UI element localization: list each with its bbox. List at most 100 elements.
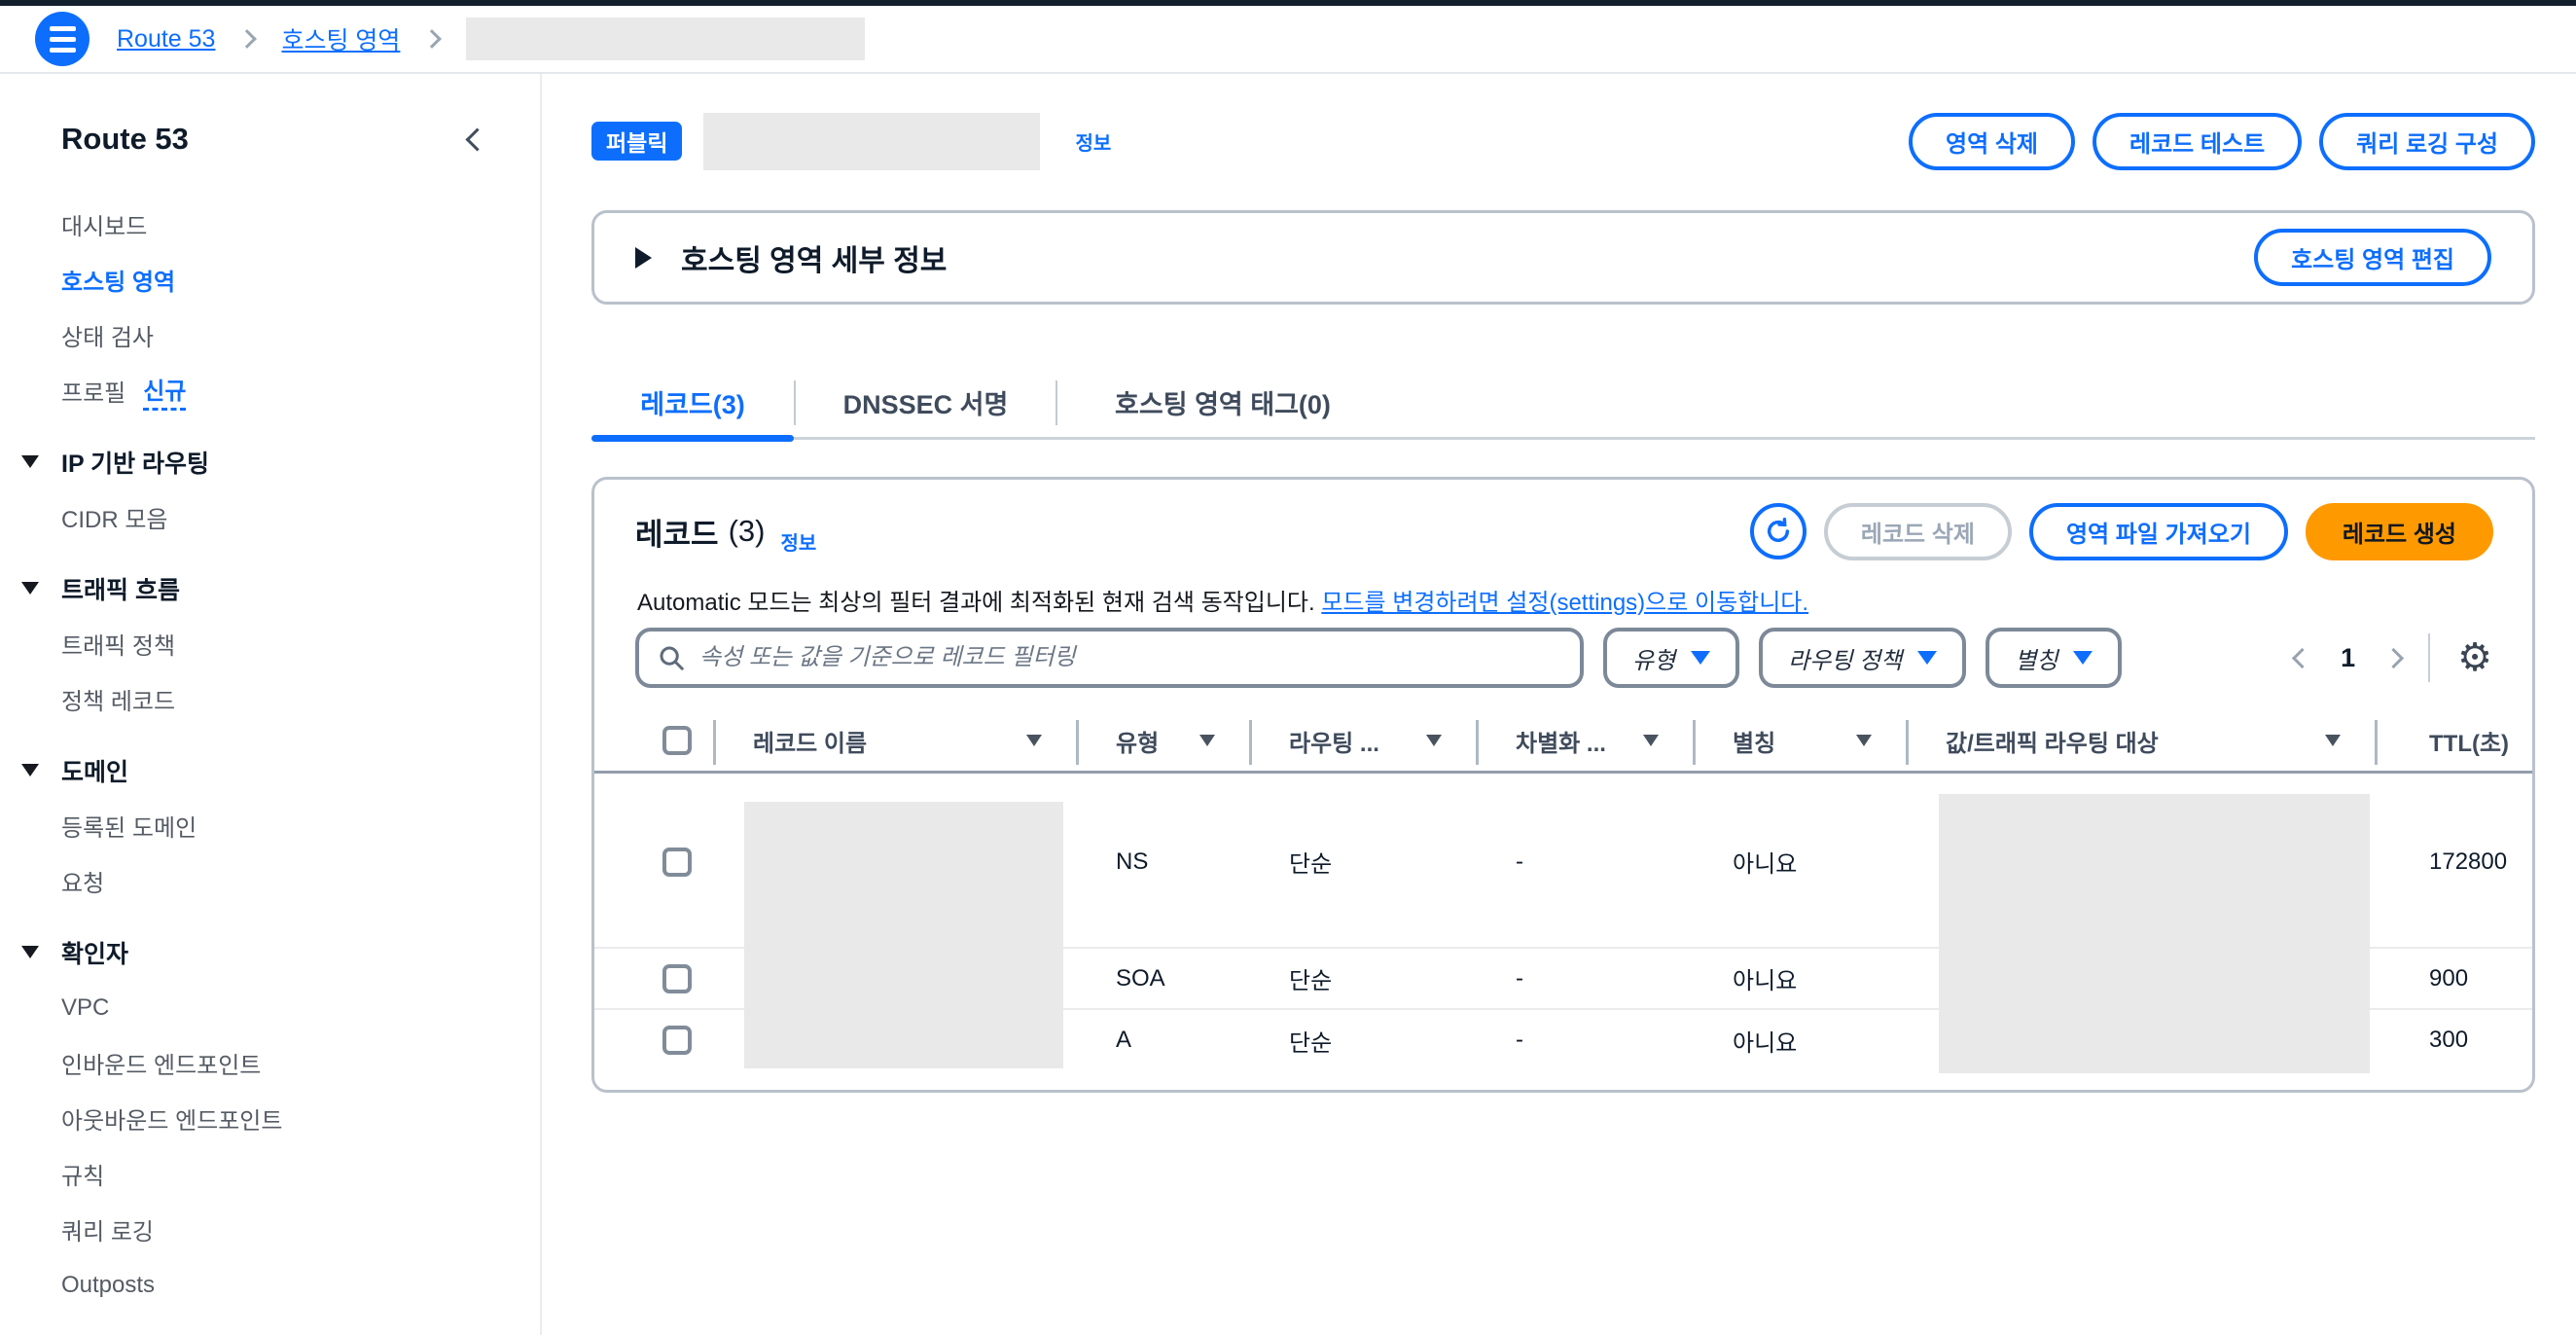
hamburger-icon — [50, 26, 76, 31]
row-checkbox[interactable] — [662, 964, 692, 993]
route53-console: Route 53 호스팅 영역 Route 53 대시보드 호스팅 영역 상태 … — [0, 0, 2576, 1335]
records-title: 레코드 — [635, 510, 719, 554]
import-zone-file-button[interactable]: 영역 파일 가져오기 — [2029, 503, 2288, 560]
table-header: 레코드 이름 유형 라우팅 ... 차별화 ... — [594, 710, 2532, 774]
edit-hosted-zone-button[interactable]: 호스팅 영역 편집 — [2254, 229, 2491, 286]
sidebar-item-dashboard[interactable]: 대시보드 — [0, 197, 540, 252]
breadcrumb-hosted-zones-link[interactable]: 호스팅 영역 — [281, 21, 400, 56]
sidebar-item-inbound-endpoints[interactable]: 인바운드 엔드포인트 — [0, 1035, 540, 1091]
refresh-icon — [1763, 516, 1794, 547]
chevron-right-icon — [423, 29, 443, 49]
cell-routing: 단순 — [1252, 1024, 1479, 1058]
column-ttl[interactable]: TTL(초) — [2378, 710, 2538, 771]
sidebar-title: Route 53 — [61, 122, 189, 157]
sidebar-item-hosted-zones[interactable]: 호스팅 영역 — [0, 252, 540, 307]
sidebar-item-cidr-collections[interactable]: CIDR 모음 — [0, 489, 540, 545]
column-record-name[interactable]: 레코드 이름 — [716, 710, 1079, 771]
current-page[interactable]: 1 — [2341, 643, 2355, 673]
public-badge: 퍼블릭 — [591, 122, 682, 161]
select-all-cell — [594, 710, 716, 771]
delete-zone-button[interactable]: 영역 삭제 — [1909, 113, 2075, 170]
column-differentiator[interactable]: 차별화 ... — [1479, 710, 1696, 771]
next-page-icon[interactable] — [2383, 647, 2404, 668]
sidebar-item-outbound-endpoints[interactable]: 아웃바운드 엔드포인트 — [0, 1091, 540, 1146]
sidebar-section-ip-routing[interactable]: IP 기반 라우팅 — [0, 434, 540, 489]
sidebar-item-rules[interactable]: 규칙 — [0, 1146, 540, 1202]
hamburger-icon — [50, 48, 76, 53]
tab-records[interactable]: 레코드(3) — [591, 368, 794, 437]
tab-dnssec[interactable]: DNSSEC 서명 — [796, 368, 1055, 437]
column-type[interactable]: 유형 — [1079, 710, 1252, 771]
sort-icon — [1026, 735, 1042, 746]
sidebar-section-domains[interactable]: 도메인 — [0, 742, 540, 798]
select-all-checkbox[interactable] — [662, 726, 692, 755]
caret-down-icon — [1691, 651, 1710, 665]
sidebar-item-profiles[interactable]: 프로필 신규 — [0, 363, 540, 418]
chevron-right-icon — [238, 29, 258, 49]
active-tab-underline — [591, 435, 794, 442]
main-content: 퍼블릭 정보 영역 삭제 레코드 테스트 쿼리 로깅 구성 호스팅 영역 세부 … — [544, 74, 2576, 1335]
records-count: (3) — [729, 514, 766, 549]
tab-zone-tags[interactable]: 호스팅 영역 태그(0) — [1057, 368, 1388, 437]
divider — [2428, 633, 2430, 682]
records-filter-bar: 유형 라우팅 정책 별칭 1 ⚙ — [635, 628, 2492, 688]
expander-triangle-icon[interactable] — [635, 247, 652, 269]
header-actions: 영역 삭제 레코드 테스트 쿼리 로깅 구성 — [1909, 113, 2535, 170]
sidebar-item-policy-records[interactable]: 정책 레코드 — [0, 671, 540, 727]
new-badge: 신규 — [143, 372, 186, 411]
tab-strip: 레코드(3) DNSSEC 서명 호스팅 영역 태그(0) — [591, 368, 2535, 440]
settings-link[interactable]: 모드를 변경하려면 설정(settings)으로 이동합니다. — [1321, 590, 1808, 616]
cell-differentiator: - — [1479, 965, 1696, 992]
sidebar-item-outposts[interactable]: Outposts — [0, 1257, 540, 1313]
triangle-down-icon — [21, 764, 39, 776]
configure-query-logging-button[interactable]: 쿼리 로깅 구성 — [2319, 113, 2535, 170]
header-info-link[interactable]: 정보 — [1075, 127, 1111, 156]
previous-page-icon[interactable] — [2292, 647, 2312, 668]
cell-ttl: 172800 — [2378, 848, 2538, 876]
sidebar-item-traffic-policies[interactable]: 트래픽 정책 — [0, 616, 540, 671]
sidebar-section-traffic-flow[interactable]: 트래픽 흐름 — [0, 560, 540, 616]
gear-icon[interactable]: ⚙ — [2457, 638, 2492, 677]
cell-alias: 아니요 — [1696, 845, 1909, 879]
sidebar-item-vpc[interactable]: VPC — [0, 980, 540, 1035]
sort-icon — [1199, 735, 1215, 746]
menu-button[interactable] — [35, 12, 89, 66]
type-filter-dropdown[interactable]: 유형 — [1603, 628, 1739, 688]
sidebar: Route 53 대시보드 호스팅 영역 상태 검사 프로필 신규 IP 기반 … — [0, 74, 542, 1335]
alias-filter-dropdown[interactable]: 별칭 — [1986, 628, 2122, 688]
breadcrumb-route53-link[interactable]: Route 53 — [117, 25, 215, 54]
create-record-button[interactable]: 레코드 생성 — [2306, 503, 2493, 560]
hamburger-icon — [50, 37, 76, 42]
test-record-button[interactable]: 레코드 테스트 — [2093, 113, 2302, 170]
row-checkbox[interactable] — [662, 848, 692, 877]
cell-type: A — [1079, 1027, 1252, 1054]
sidebar-item-health-checks[interactable]: 상태 검사 — [0, 307, 540, 363]
sidebar-item-requests[interactable]: 요청 — [0, 853, 540, 909]
pagination: 1 ⚙ — [2295, 633, 2492, 682]
page-header: 퍼블릭 정보 영역 삭제 레코드 테스트 쿼리 로깅 구성 — [591, 112, 2535, 170]
record-value-redaction — [1939, 794, 2370, 1073]
cell-routing: 단순 — [1252, 845, 1479, 879]
sidebar-collapse-icon[interactable] — [465, 127, 488, 151]
records-description: Automatic 모드는 최상의 필터 결과에 최적화된 현재 검색 동작입니… — [637, 583, 1808, 617]
search-icon — [657, 643, 686, 672]
breadcrumb-current-redacted — [466, 18, 865, 60]
column-routing[interactable]: 라우팅 ... — [1252, 710, 1479, 771]
sidebar-item-registered-domains[interactable]: 등록된 도메인 — [0, 798, 540, 853]
details-panel-title[interactable]: 호스팅 영역 세부 정보 — [681, 236, 947, 279]
breadcrumb: Route 53 호스팅 영역 — [0, 6, 2576, 74]
cell-alias: 아니요 — [1696, 961, 1909, 995]
records-info-link[interactable]: 정보 — [780, 527, 816, 556]
column-alias[interactable]: 별칭 — [1696, 710, 1909, 771]
cell-routing: 단순 — [1252, 961, 1479, 995]
sidebar-section-resolver[interactable]: 확인자 — [0, 924, 540, 980]
record-filter-input[interactable] — [699, 644, 1562, 671]
row-checkbox[interactable] — [662, 1026, 692, 1055]
refresh-button[interactable] — [1750, 503, 1807, 559]
routing-policy-filter-dropdown[interactable]: 라우팅 정책 — [1759, 628, 1966, 688]
triangle-down-icon — [21, 946, 39, 958]
sort-icon — [1856, 735, 1872, 746]
delete-record-button[interactable]: 레코드 삭제 — [1824, 503, 2012, 560]
sidebar-item-query-logging[interactable]: 쿼리 로깅 — [0, 1202, 540, 1257]
column-value[interactable]: 값/트래픽 라우팅 대상 — [1909, 710, 2378, 771]
